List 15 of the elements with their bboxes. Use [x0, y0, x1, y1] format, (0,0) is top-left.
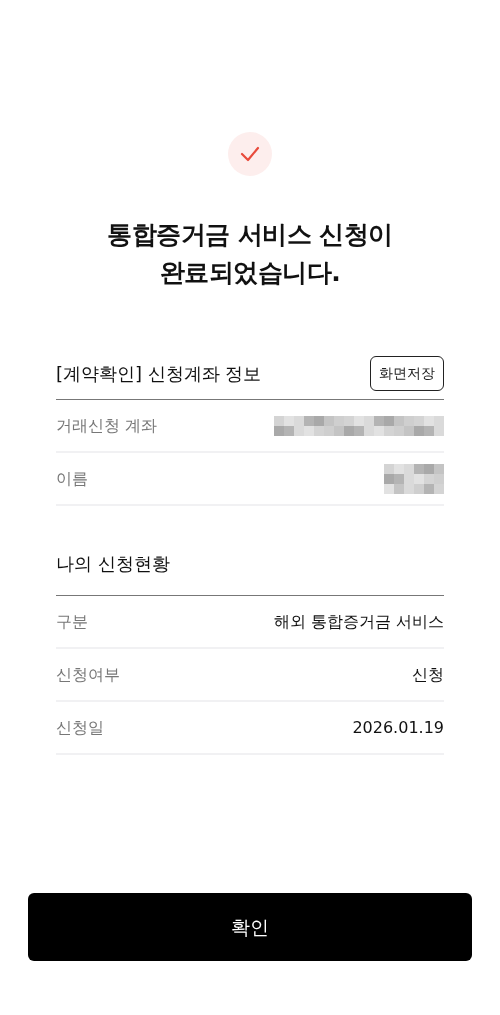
row-value: 해외 통합증거금 서비스: [273, 610, 444, 633]
row-label: 신청여부: [56, 663, 120, 686]
row-label: 거래신청 계좌: [56, 414, 158, 437]
save-screen-button[interactable]: 화면저장: [370, 356, 444, 391]
row-value: 신청: [412, 663, 444, 686]
row-label: 신청일: [56, 716, 104, 739]
row-label: 이름: [56, 467, 88, 490]
row-value: 2026.01.19: [352, 716, 444, 739]
section-heading: 나의 신청현황: [56, 552, 170, 576]
section-heading: [계약확인] 신청계좌 정보: [56, 362, 262, 386]
confirm-button[interactable]: 확인: [28, 893, 472, 961]
row-label: 구분: [56, 610, 88, 633]
masked-value: [384, 463, 444, 494]
page-title: 통합증거금 서비스 신청이 완료되었습니다.: [106, 219, 394, 289]
check-icon: [228, 132, 272, 176]
